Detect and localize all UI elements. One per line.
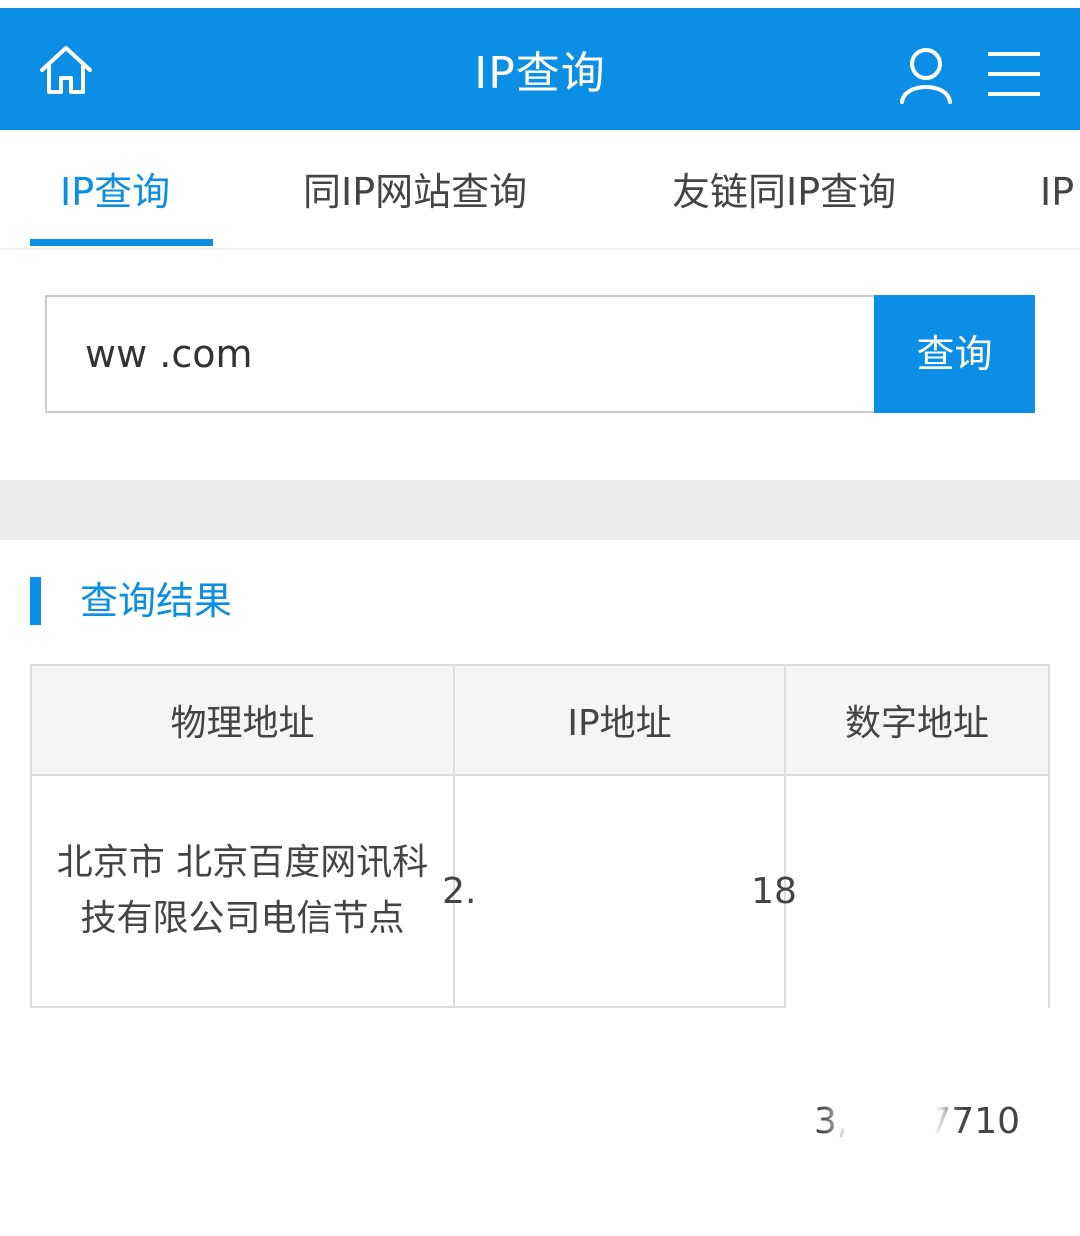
tab-same-ip-sites[interactable]: 同IP网站查询 — [303, 168, 527, 216]
results-table: 物理地址 IP地址 数字地址 北京市 北京百度网讯科技有限公司电信节点 2. 1… — [30, 664, 1050, 1236]
tab-ip-query[interactable]: IP查询 — [60, 168, 170, 216]
menu-icon[interactable] — [986, 50, 1042, 98]
redaction-mask — [846, 1046, 936, 1166]
redaction-mask — [515, 816, 715, 926]
tab-bar: IP查询 同IP网站查询 友链同IP查询 IP — [0, 130, 1080, 250]
results-title: 查询结果 — [80, 579, 233, 623]
cell-physical-address: 北京市 北京百度网讯科技有限公司电信节点 — [32, 776, 455, 1006]
column-header-numeric: 数字地址 — [786, 666, 1048, 776]
tab-friendlink-same-ip[interactable]: 友链同IP查询 — [672, 168, 896, 216]
tab-ip-more[interactable]: IP — [1040, 168, 1074, 216]
search-input-value: ww .com — [85, 332, 253, 376]
column-header-ip: IP地址 — [455, 666, 786, 776]
user-icon[interactable] — [896, 44, 956, 104]
cell-ip-address: 2. 18 — [442, 776, 797, 1006]
column-header-physical: 物理地址 — [32, 666, 455, 776]
section-marker — [30, 577, 41, 625]
query-button[interactable]: 查询 — [874, 295, 1035, 413]
top-bar: IP查询 — [0, 8, 1080, 130]
domain-search-input[interactable]: ww .com — [45, 295, 874, 413]
section-divider — [0, 480, 1080, 540]
active-tab-indicator — [30, 239, 213, 246]
cell-numeric-address: 3, 7710 — [786, 1006, 1048, 1236]
